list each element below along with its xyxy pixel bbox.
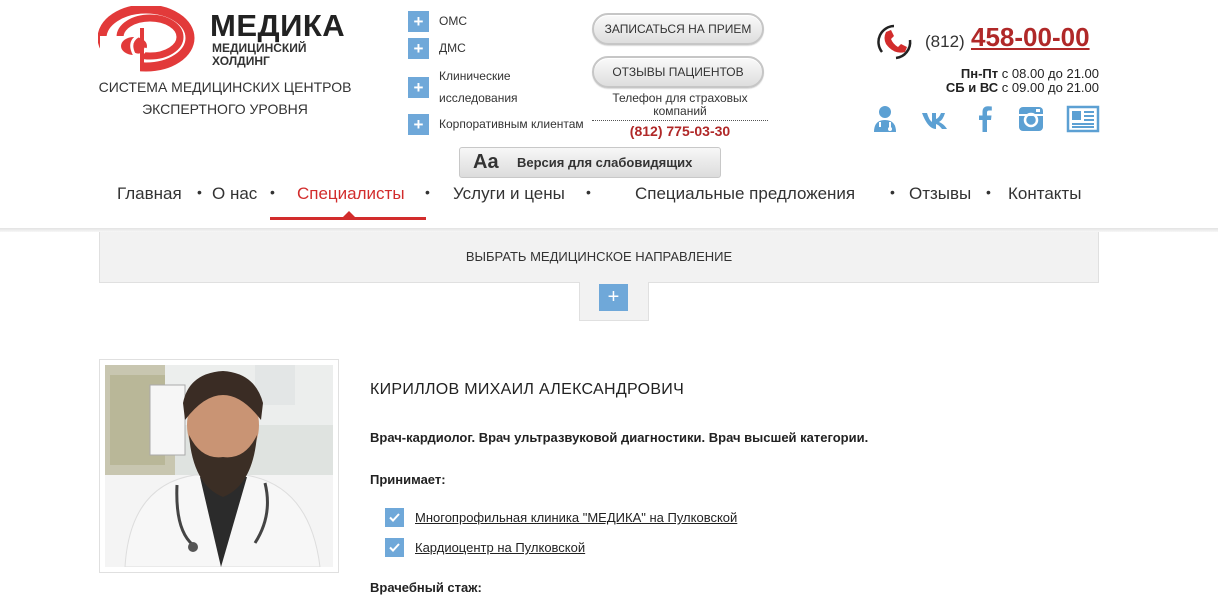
- font-size-icon: Aa: [473, 151, 499, 173]
- nav-item-reviews[interactable]: Отзывы: [909, 184, 971, 204]
- nav-separator: •: [197, 184, 202, 200]
- quick-link-label: Клинические исследования: [439, 69, 518, 105]
- nav-item-services[interactable]: Услуги и цены: [453, 184, 565, 204]
- news-icon[interactable]: [1066, 104, 1100, 134]
- doctor-specialty: Врач-кардиолог. Врач ультразвуковой диаг…: [370, 430, 869, 445]
- quick-link-label: Корпоративным клиентам: [439, 117, 584, 131]
- quick-link-corporate[interactable]: + Корпоративным клиентам: [408, 113, 589, 135]
- doctor-icon[interactable]: [870, 104, 900, 134]
- plus-icon: +: [408, 113, 429, 135]
- nav-separator: •: [270, 184, 275, 200]
- clinic-link[interactable]: Многопрофильная клиника "МЕДИКА" на Пулк…: [415, 510, 737, 525]
- logo[interactable]: МЕДИКА МЕДИЦИНСКИЙ ХОЛДИНГ: [98, 6, 358, 76]
- doctor-portrait-image: [105, 365, 333, 567]
- nav-separator: •: [586, 184, 591, 200]
- plus-icon: +: [408, 10, 429, 32]
- tagline: СИСТЕМА МЕДИЦИНСКИХ ЦЕНТРОВ ЭКСПЕРТНОГО …: [98, 79, 352, 117]
- main-nav: Главная • О нас • Специалисты • Услуги и…: [0, 180, 1218, 222]
- reviews-button[interactable]: ОТЗЫВЫ ПАЦИЕНТОВ: [592, 56, 764, 88]
- plus-icon: +: [408, 37, 429, 59]
- nav-item-contacts[interactable]: Контакты: [1008, 184, 1081, 204]
- experience-label: Врачебный стаж:: [370, 580, 482, 595]
- direction-selector[interactable]: ВЫБРАТЬ МЕДИЦИНСКОЕ НАПРАВЛЕНИЕ: [99, 232, 1099, 283]
- appointment-button[interactable]: ЗАПИСАТЬСЯ НА ПРИЕМ: [592, 13, 764, 45]
- quick-link-clinical-research[interactable]: + Клинические исследования: [408, 65, 539, 109]
- logo-subtitle: МЕДИЦИНСКИЙ ХОЛДИНГ: [212, 41, 307, 68]
- weekday-label: Пн-Пт: [960, 66, 999, 81]
- working-hours: Пн-Пт с 08.00 до 21.00 СБ и ВС с 09.00 д…: [890, 67, 1099, 95]
- nav-separator: •: [986, 184, 991, 200]
- low-vision-version-button[interactable]: Aa Версия для слабовидящих: [459, 147, 721, 178]
- nav-item-special-offers[interactable]: Специальные предложения: [635, 184, 855, 204]
- facebook-icon[interactable]: [970, 104, 1000, 134]
- quick-link-label: ДМС: [439, 41, 466, 55]
- quick-link-oms[interactable]: + ОМС: [408, 10, 589, 32]
- vk-icon[interactable]: [920, 104, 950, 134]
- weekend-hours: СБ и ВС с 09.00 до 21.00: [890, 81, 1099, 95]
- nav-separator: •: [890, 184, 895, 200]
- nav-item-about[interactable]: О нас: [212, 184, 257, 204]
- plus-icon: +: [408, 76, 429, 98]
- main-phone[interactable]: 458-00-00: [971, 22, 1090, 53]
- checkmark-icon: [385, 508, 404, 527]
- weekday-hours: Пн-Пт с 08.00 до 21.00: [890, 67, 1099, 81]
- phone-code: (812): [925, 32, 965, 51]
- receives-label: Принимает:: [370, 472, 446, 487]
- clinic-link[interactable]: Кардиоцентр на Пулковской: [415, 540, 585, 555]
- nav-item-home[interactable]: Главная: [117, 184, 182, 204]
- nav-item-specialists[interactable]: Специалисты: [297, 184, 405, 204]
- quick-link-dms[interactable]: + ДМС: [408, 37, 589, 59]
- doctor-photo: [99, 359, 339, 573]
- logo-name: МЕДИКА: [210, 8, 346, 43]
- nav-active-underline: [270, 217, 426, 220]
- low-vision-label: Версия для слабовидящих: [517, 155, 693, 170]
- nav-separator: •: [425, 184, 430, 200]
- weekday-time: с 08.00 до 21.00: [1001, 66, 1099, 81]
- quick-link-label: ОМС: [439, 14, 467, 28]
- direction-toggle-button[interactable]: +: [599, 284, 628, 311]
- doctor-name: КИРИЛЛОВ МИХАИЛ АЛЕКСАНДРОВИЧ: [370, 381, 685, 398]
- instagram-icon[interactable]: [1016, 104, 1046, 134]
- clinic-item: Многопрофильная клиника "МЕДИКА" на Пулк…: [385, 508, 737, 527]
- weekend-label: СБ и ВС: [945, 80, 999, 95]
- clinic-item: Кардиоцентр на Пулковской: [385, 538, 585, 557]
- insurance-phone[interactable]: (812) 775-03-30: [592, 123, 768, 139]
- logo-emblem-icon: [98, 6, 195, 76]
- checkmark-icon: [385, 538, 404, 557]
- phone-icon: [877, 24, 912, 60]
- social-links: [870, 104, 1100, 134]
- insurance-phone-label: Телефон для страховых компаний: [592, 92, 768, 121]
- weekend-time: с 09.00 до 21.00: [1001, 80, 1099, 95]
